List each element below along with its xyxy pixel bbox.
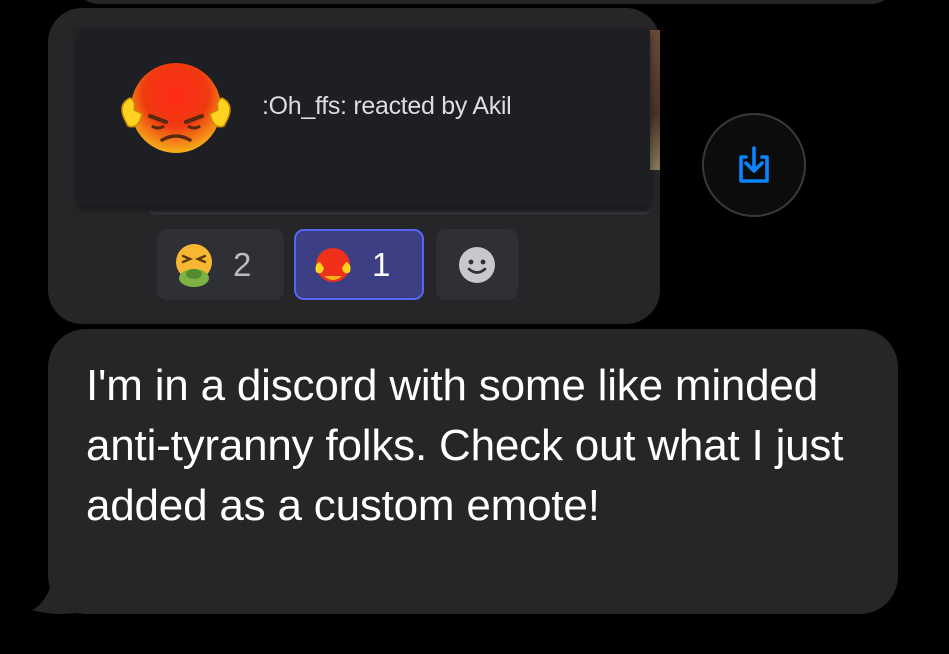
- save-image-button[interactable]: [702, 113, 806, 217]
- reaction-oh-ffs[interactable]: 1: [294, 229, 424, 300]
- oh-ffs-custom-emote-icon: [315, 247, 351, 282]
- download-arrow-icon: [739, 146, 769, 183]
- nauseated-face-icon: [176, 243, 212, 287]
- oh-ffs-emote-icon: [121, 63, 231, 153]
- previous-message-bubble: [70, 0, 900, 4]
- reaction-nauseated[interactable]: 2: [157, 229, 284, 300]
- reaction-label: :Oh_ffs: reacted by Akil: [262, 92, 512, 120]
- reaction-count: 1: [372, 245, 391, 283]
- reaction-count: 2: [233, 245, 252, 283]
- add-reaction-smiley-icon: [459, 246, 495, 283]
- message-text: I'm in a discord with some like minded a…: [86, 361, 844, 530]
- screenshot-image-edge: [650, 30, 660, 170]
- tooltip-divider: [150, 200, 650, 215]
- add-reaction-button[interactable]: [436, 229, 518, 300]
